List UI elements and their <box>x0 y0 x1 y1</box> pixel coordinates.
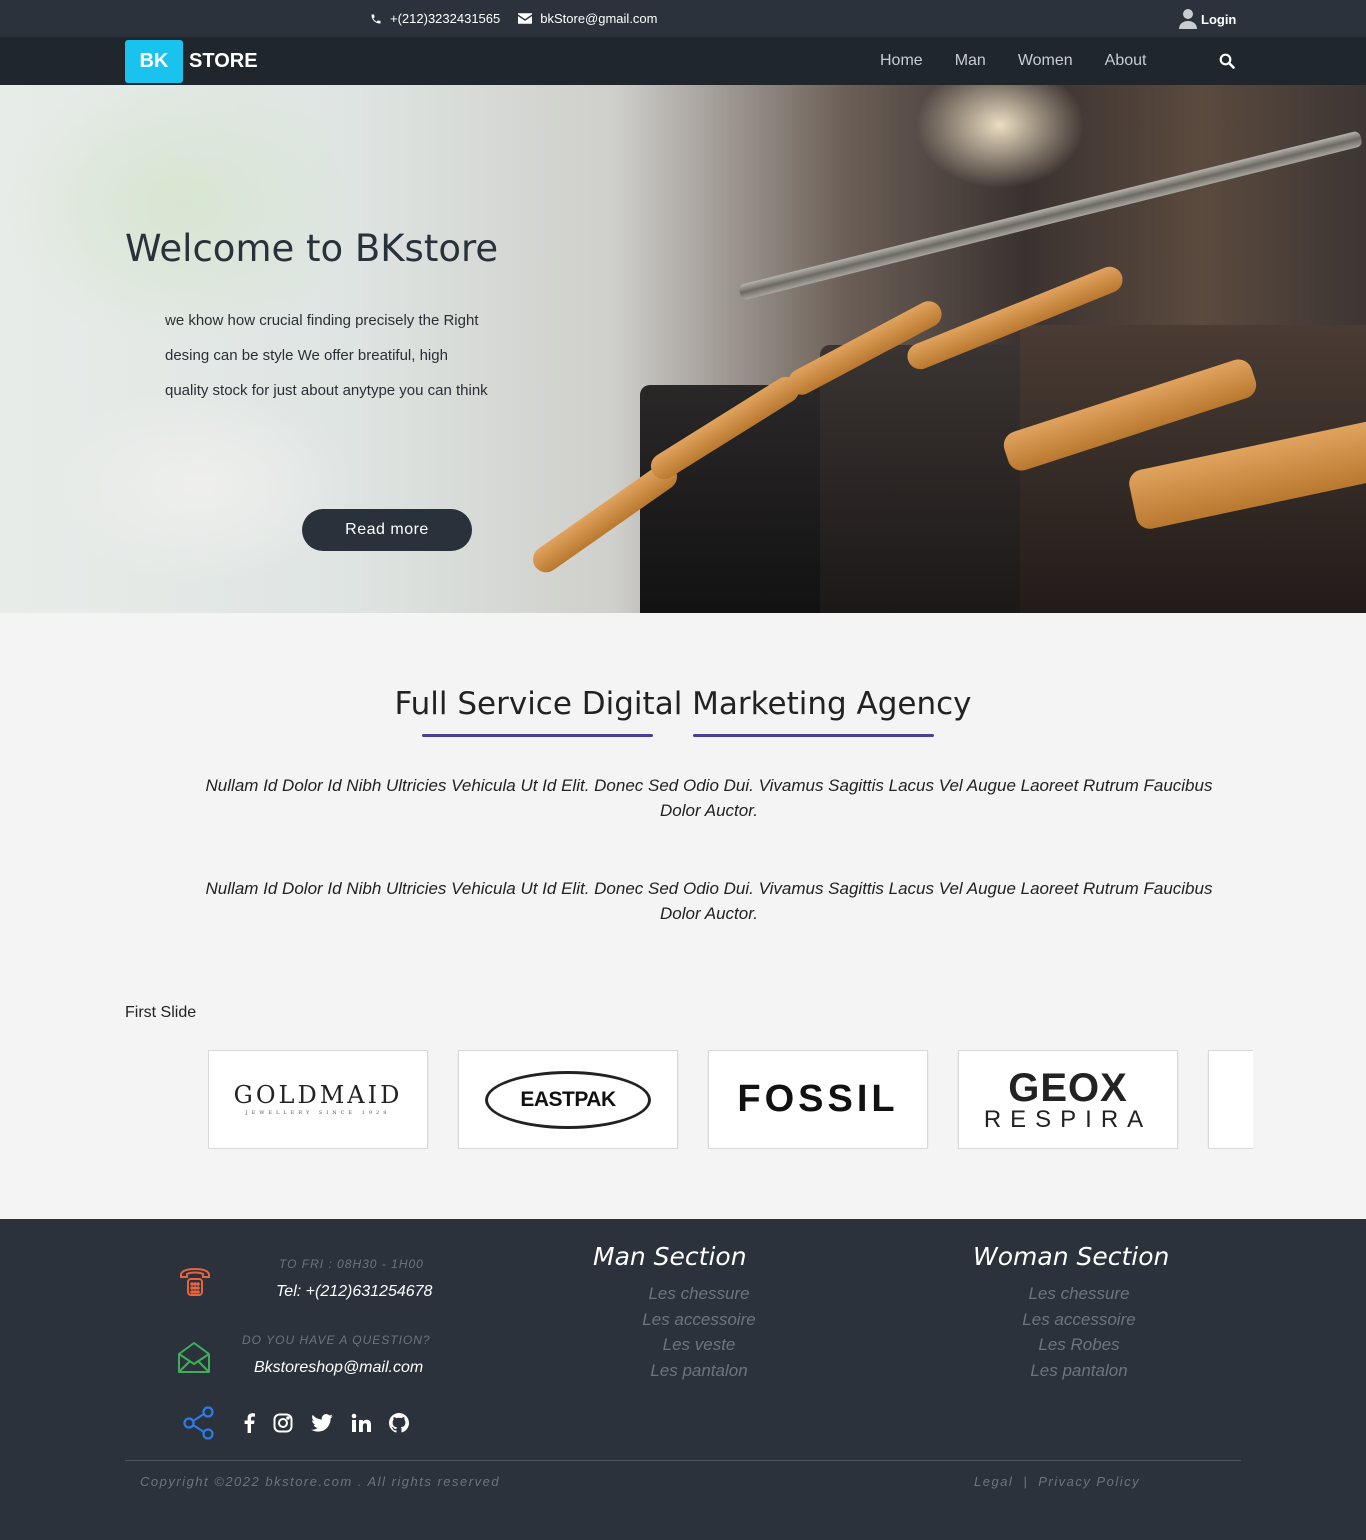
title-underline-right <box>693 734 934 737</box>
linkedin-icon[interactable] <box>351 1413 371 1433</box>
main-navbar: BK STORE Home Man Women About <box>0 37 1366 85</box>
nav-women[interactable]: Women <box>1002 52 1089 70</box>
footer-email[interactable]: Bkstoreshop@mail.com <box>254 1359 423 1377</box>
man-section-list: Les chessure Les accessoire Les veste Le… <box>599 1281 799 1383</box>
user-icon <box>1179 8 1197 30</box>
agency-paragraph-2: Nullam Id Dolor Id Nibh Ultricies Vehicu… <box>205 879 1213 923</box>
goldmaid-wordmark: GOLDMAID <box>233 1081 403 1109</box>
man-link-veste[interactable]: Les veste <box>599 1332 799 1358</box>
nav-links: Home Man Women About <box>864 37 1162 85</box>
woman-link-chessure[interactable]: Les chessure <box>979 1281 1179 1307</box>
legal-separator: | <box>1023 1474 1029 1489</box>
top-contact-bar: +(212)3232431565 bkStore@gmail.com Login <box>0 0 1366 37</box>
logo[interactable]: BK STORE <box>125 40 258 83</box>
slide-label: First Slide <box>125 1004 197 1021</box>
brand-logo-fossil[interactable]: FOSSIL <box>708 1050 928 1149</box>
brand-logo-eastpak[interactable]: EASTPAK <box>458 1050 678 1149</box>
agency-paragraph-1: Nullam Id Dolor Id Nibh Ultricies Vehicu… <box>205 776 1213 820</box>
nav-man[interactable]: Man <box>939 52 1002 70</box>
search-icon[interactable] <box>1219 53 1235 74</box>
contact-info: +(212)3232431565 bkStore@gmail.com <box>370 11 658 26</box>
phone-icon <box>370 13 382 25</box>
legal-link[interactable]: Legal <box>974 1474 1013 1489</box>
hero-title: Welcome to BKstore <box>125 227 499 270</box>
nav-about[interactable]: About <box>1089 52 1163 70</box>
man-section-title: Man Section <box>593 1242 747 1271</box>
github-icon[interactable] <box>389 1413 409 1433</box>
woman-section-title: Woman Section <box>973 1242 1170 1271</box>
telephone-icon <box>177 1263 213 1304</box>
woman-section-list: Les chessure Les accessoire Les Robes Le… <box>979 1281 1179 1383</box>
title-underline-left <box>422 734 653 737</box>
brand-logo-goldmaid[interactable]: GOLDMAID JEWELLERY SINCE 1928 <box>208 1050 428 1149</box>
goldmaid-tagline: JEWELLERY SINCE 1928 <box>245 1110 391 1116</box>
woman-link-accessoire[interactable]: Les accessoire <box>979 1307 1179 1333</box>
geox-wordmark: GEOX <box>1008 1065 1128 1110</box>
man-link-pantalon[interactable]: Les pantalon <box>599 1358 799 1384</box>
woman-link-pantalon[interactable]: Les pantalon <box>979 1358 1179 1384</box>
footer-divider <box>125 1460 1241 1461</box>
eastpak-wordmark: EASTPAK <box>518 1087 618 1112</box>
topbar-phone: +(212)3232431565 <box>390 11 501 26</box>
footer-phone[interactable]: Tel: +(212)631254678 <box>276 1283 432 1301</box>
brand-logo-geox[interactable]: GEOX RESPIRA <box>958 1050 1178 1149</box>
brand-carousel[interactable]: GOLDMAID JEWELLERY SINCE 1928 EASTPAK FO… <box>208 1050 1253 1149</box>
legal-links: Legal | Privacy Policy <box>974 1474 1140 1489</box>
hero-description: we khow how crucial finding precisely th… <box>165 312 488 399</box>
login-label: Login <box>1201 11 1237 27</box>
instagram-icon[interactable] <box>273 1413 293 1433</box>
logo-badge: BK <box>125 40 183 83</box>
logo-text: STORE <box>189 50 258 72</box>
envelope-icon <box>518 13 533 24</box>
fossil-wordmark: FOSSIL <box>737 1078 899 1120</box>
privacy-policy-link[interactable]: Privacy Policy <box>1038 1474 1140 1489</box>
social-links <box>181 1405 427 1441</box>
man-link-chessure[interactable]: Les chessure <box>599 1281 799 1307</box>
copyright-text: Copyright ©2022 bkstore.com . All rights… <box>140 1474 501 1489</box>
clothing-rail <box>738 130 1363 301</box>
hero-banner: Welcome to BKstore we khow how crucial f… <box>0 85 1366 613</box>
eastpak-globe-icon: EASTPAK <box>485 1070 651 1129</box>
topbar-email[interactable]: bkStore@gmail.com <box>540 11 657 26</box>
share-icon <box>181 1405 217 1441</box>
woman-link-robes[interactable]: Les Robes <box>979 1332 1179 1358</box>
facebook-icon[interactable] <box>243 1413 255 1433</box>
open-mail-icon <box>176 1340 212 1381</box>
twitter-icon[interactable] <box>311 1414 333 1432</box>
nav-home[interactable]: Home <box>864 52 939 70</box>
section-title: Full Service Digital Marketing Agency <box>394 686 972 722</box>
man-link-accessoire[interactable]: Les accessoire <box>599 1307 799 1333</box>
login-link[interactable]: Login <box>1179 8 1236 30</box>
hours-caption: TO FRI : 08H30 - 1H00 <box>279 1257 424 1271</box>
read-more-button[interactable]: Read more <box>302 509 472 551</box>
brand-logo-partial[interactable] <box>1208 1050 1253 1149</box>
geox-respira: RESPIRA <box>983 1105 1153 1133</box>
question-caption: DO YOU HAVE A QUESTION? <box>242 1333 431 1347</box>
